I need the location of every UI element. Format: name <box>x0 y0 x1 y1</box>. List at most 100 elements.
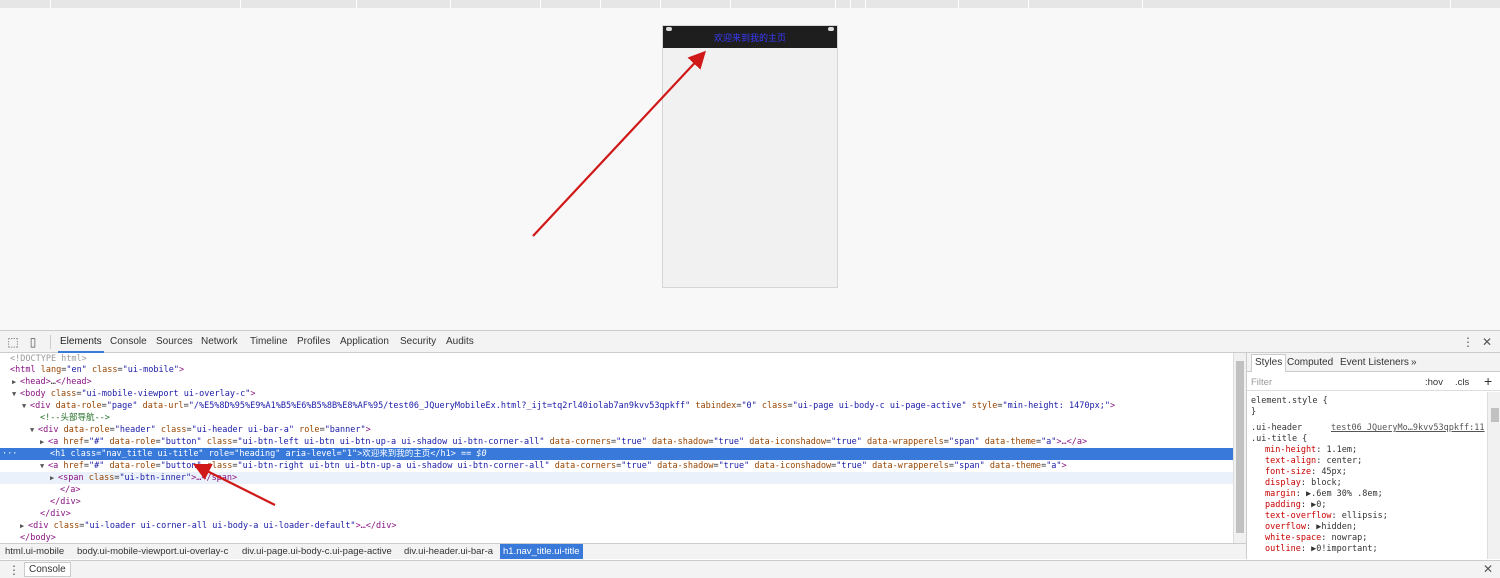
expand-triangle-icon[interactable]: ▶ <box>50 472 58 484</box>
collapse-triangle-icon[interactable]: ▼ <box>12 388 20 400</box>
breadcrumb: html.ui-mobile body.ui-mobile-viewport.u… <box>0 543 1246 559</box>
attr: data-role <box>109 461 156 471</box>
elements-tree: <!DOCTYPE html> <html lang="en" class="u… <box>0 353 1233 543</box>
dom-line[interactable]: </a> <box>0 484 1233 496</box>
drawer-tab-console[interactable]: Console <box>24 562 71 577</box>
tab-audits[interactable]: Audits <box>446 336 474 347</box>
inspect-element-icon[interactable]: ⬚ <box>6 335 20 349</box>
dom-line[interactable]: ▶ <head>…</head> <box>0 376 1233 388</box>
val: "ui-loader ui-corner-all ui-body-a ui-lo… <box>84 521 356 531</box>
dom-line[interactable]: ▶ <div class="ui-loader ui-corner-all ui-… <box>0 520 1233 532</box>
dom-line[interactable]: </body> <box>0 532 1233 543</box>
style-property[interactable]: font-size: 45px; <box>1265 467 1347 478</box>
dom-line[interactable]: <!--头部导航--> <box>0 412 1233 424</box>
attr: class <box>53 521 80 531</box>
dom-line[interactable]: ▼ <a href="#" data-role="button" class="u… <box>0 460 1233 472</box>
breadcrumb-item[interactable]: div.ui-page.ui-body-c.ui-page-active <box>242 546 392 557</box>
elements-scrollbar[interactable] <box>1233 353 1246 543</box>
styles-tabs: Styles Computed Event Listeners » <box>1247 353 1500 372</box>
tag: > <box>1109 401 1116 411</box>
close-brace: } <box>1251 407 1257 417</box>
add-rule-icon[interactable]: + <box>1484 373 1492 389</box>
tab-console[interactable]: Console <box>110 336 147 347</box>
tab-network[interactable]: Network <box>201 336 238 347</box>
style-property[interactable]: white-space: nowrap; <box>1265 533 1367 544</box>
scrollbar-thumb[interactable] <box>1491 408 1499 422</box>
val: "true" <box>616 437 647 447</box>
tab-sources[interactable]: Sources <box>156 336 193 347</box>
val: "true" <box>713 437 745 447</box>
style-property[interactable]: margin: ▶.6em 30% .8em; <box>1265 489 1383 500</box>
tab-timeline[interactable]: Timeline <box>250 336 287 347</box>
tab-profiles[interactable]: Profiles <box>297 336 330 347</box>
style-property[interactable]: padding: ▶0; <box>1265 500 1326 511</box>
rule-selector[interactable]: .ui-header <box>1251 423 1302 434</box>
tab-event-listeners[interactable]: Event Listeners <box>1340 357 1409 368</box>
style-property[interactable]: display: block; <box>1265 478 1342 489</box>
prop-name: font-size <box>1265 467 1312 477</box>
tab-application[interactable]: Application <box>340 336 389 347</box>
attr: class <box>160 425 187 435</box>
dom-line-selected[interactable]: ··· <h1 class="nav_title ui-title" role="… <box>0 448 1233 460</box>
tab-security[interactable]: Security <box>400 336 436 347</box>
prop-value: ▶0!important; <box>1311 544 1378 554</box>
attr: data-shadow <box>657 461 714 471</box>
style-property[interactable]: overflow: ▶hidden; <box>1265 522 1357 533</box>
val: "button" <box>160 437 202 447</box>
close-drawer-icon[interactable]: ✕ <box>1483 562 1493 576</box>
val: "#" <box>88 437 105 447</box>
device-toolbar-icon[interactable]: ▯ <box>26 335 40 349</box>
tag: > <box>1061 461 1067 471</box>
tab-computed[interactable]: Computed <box>1287 357 1333 368</box>
tag: <div <box>38 425 59 435</box>
breadcrumb-item[interactable]: body.ui-mobile-viewport.ui-overlay-c <box>77 546 228 557</box>
hover-state-toggle[interactable]: :hov <box>1425 377 1443 388</box>
styles-pane: Styles Computed Event Listeners » Filter… <box>1246 353 1500 559</box>
breadcrumb-item[interactable]: html.ui-mobile <box>5 546 64 557</box>
breadcrumb-item-active[interactable]: h1.nav_title.ui-title <box>500 544 583 559</box>
dom-line[interactable]: ▼ <body class="ui-mobile-viewport ui-over… <box>0 388 1233 400</box>
attr: role <box>208 449 230 459</box>
line-options-icon[interactable]: ··· <box>2 448 17 460</box>
expand-triangle-icon[interactable]: ▶ <box>40 436 48 448</box>
more-options-icon[interactable]: ⋮ <box>1462 335 1474 349</box>
tag: <html <box>10 365 36 375</box>
close-devtools-icon[interactable]: ✕ <box>1482 335 1492 349</box>
dom-line[interactable]: ▶ <span class="ui-btn-inner">…</span> <box>0 472 1233 484</box>
doctype: <!DOCTYPE html> <box>10 354 87 364</box>
style-property[interactable]: text-overflow: ellipsis; <box>1265 511 1388 522</box>
rule-source-link[interactable]: test06_JQueryMo…9kvv53qpkff:11 <box>1331 423 1485 433</box>
val: "true" <box>718 461 750 471</box>
expand-triangle-icon[interactable]: ▶ <box>12 376 20 388</box>
tab-elements[interactable]: Elements <box>58 336 104 353</box>
style-property[interactable]: text-align: center; <box>1265 456 1362 467</box>
val: "nav_title ui-title" <box>101 449 204 459</box>
dom-line[interactable]: <html lang="en" class="ui-mobile"> <box>0 364 1233 376</box>
collapse-triangle-icon[interactable]: ▼ <box>22 400 30 412</box>
val: "ui-mobile" <box>122 365 179 375</box>
class-toggle[interactable]: .cls <box>1455 377 1469 388</box>
dom-line[interactable]: ▼ <div data-role="header" class="ui-heade… <box>0 424 1233 436</box>
attr: style <box>971 401 998 411</box>
dom-line[interactable]: </div> <box>0 508 1233 520</box>
drawer-menu-icon[interactable]: ⋮ <box>8 563 20 577</box>
scrollbar-thumb[interactable] <box>1236 361 1244 533</box>
filter-input[interactable]: Filter <box>1251 377 1272 388</box>
dom-line[interactable]: ▼ <div data-role="page" data-url="/%E5%8D… <box>0 400 1233 412</box>
val: "page" <box>106 401 138 411</box>
styles-rules: element.style { } .ui-header test06_JQue… <box>1247 392 1487 559</box>
breadcrumb-item[interactable]: div.ui-header.ui-bar-a <box>404 546 493 557</box>
top-ruler <box>0 0 1500 8</box>
style-property[interactable]: min-height: 1.1em; <box>1265 445 1357 456</box>
collapse-triangle-icon[interactable]: ▼ <box>40 460 48 472</box>
rule-selector[interactable]: .ui-title { <box>1251 434 1307 445</box>
more-tabs-icon[interactable]: » <box>1411 357 1417 368</box>
style-property[interactable]: outline: ▶0!important; <box>1265 544 1378 555</box>
expand-triangle-icon[interactable]: ▶ <box>20 520 28 532</box>
dom-line[interactable]: ▶ <a href="#" data-role="button" class="u… <box>0 436 1233 448</box>
tab-styles[interactable]: Styles <box>1251 354 1287 372</box>
element-style-rule[interactable]: element.style { <box>1251 396 1328 407</box>
collapse-triangle-icon[interactable]: ▼ <box>30 424 38 436</box>
styles-scrollbar[interactable] <box>1487 392 1500 559</box>
dom-line[interactable]: </div> <box>0 496 1233 508</box>
